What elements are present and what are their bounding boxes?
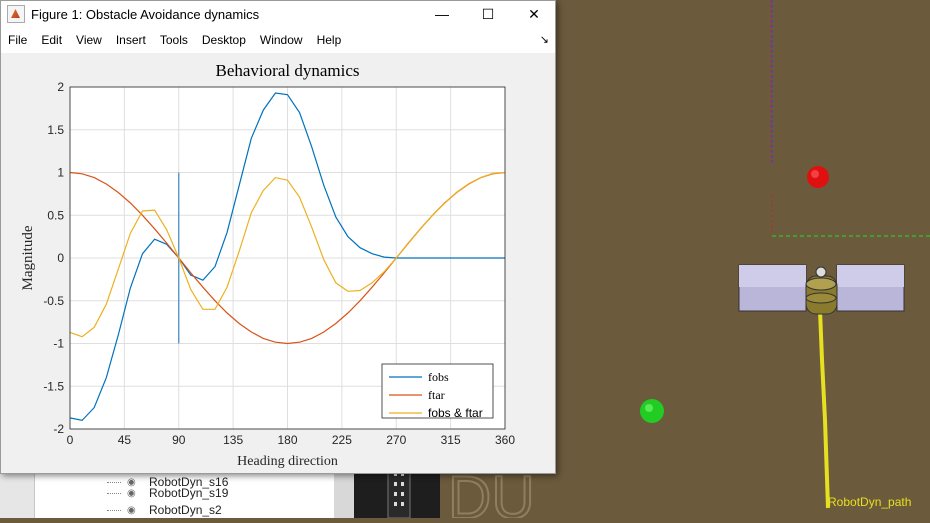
x-tick-label: 45	[118, 433, 132, 447]
robot-sensor	[815, 266, 827, 278]
x-tick-label: 90	[172, 433, 186, 447]
y-tick-label: 2	[57, 80, 64, 94]
x-tick-label: 180	[277, 433, 297, 447]
y-tick-label: 1	[57, 166, 64, 180]
y-tick-label: -1.5	[43, 379, 64, 393]
model-node-icon: ◉	[127, 487, 136, 499]
y-axis-label: Magnitude	[20, 225, 36, 290]
matlab-icon	[7, 5, 25, 23]
minimize-button[interactable]: —	[419, 1, 465, 27]
title-bar[interactable]: Figure 1: Obstacle Avoidance dynamics — …	[1, 1, 555, 27]
y-tick-label: -1	[53, 337, 64, 351]
x-tick-label: 225	[332, 433, 352, 447]
y-tick-label: 1.5	[47, 123, 64, 137]
menu-tools[interactable]: Tools	[153, 33, 195, 47]
legend-label: fobs	[428, 370, 449, 384]
figure-window[interactable]: Figure 1: Obstacle Avoidance dynamics — …	[0, 0, 556, 474]
chart-title: Behavioral dynamics	[216, 61, 360, 80]
menu-file[interactable]: File	[1, 33, 34, 47]
menu-window[interactable]: Window	[253, 33, 310, 47]
menu-view[interactable]: View	[69, 33, 109, 47]
menu-desktop[interactable]: Desktop	[195, 33, 253, 47]
y-tick-label: -0.5	[43, 294, 64, 308]
model-node-icon: ◉	[127, 504, 136, 516]
panel-scrollbar[interactable]	[334, 474, 354, 518]
x-tick-labels: 0 45 90 135 180 225 270 315 360	[67, 433, 516, 447]
path-label: RobotDyn_path	[828, 495, 911, 509]
x-axis-label: Heading direction	[237, 454, 338, 469]
obstacle-sphere[interactable]	[807, 166, 829, 188]
x-tick-label: 315	[441, 433, 461, 447]
dock-arrow-icon[interactable]: ↘	[540, 33, 549, 46]
chart[interactable]: 0 45 90 135 180 225 270 315 360 2 1.5 1 0.5 0 -0.5 -1 -…	[1, 53, 555, 473]
robot[interactable]	[738, 264, 905, 315]
tree-gutter	[0, 474, 34, 518]
legend-label: ftar	[428, 388, 445, 402]
menu-insert[interactable]: Insert	[109, 33, 153, 47]
x-tick-label: 360	[495, 433, 515, 447]
x-tick-label: 270	[386, 433, 406, 447]
y-tick-labels: 2 1.5 1 0.5 0 -0.5 -1 -1.5 -2	[43, 80, 64, 436]
legend[interactable]: fobs ftar fobs & ftar	[381, 363, 494, 420]
tree-item[interactable]: ◉ RobotDyn_s19	[107, 485, 228, 501]
target-sphere[interactable]	[640, 399, 664, 423]
close-button[interactable]: ✕	[511, 1, 557, 27]
maximize-button[interactable]: ☐	[465, 1, 511, 27]
menu-bar: File Edit View Insert Tools Desktop Wind…	[1, 27, 555, 54]
y-tick-label: -2	[53, 422, 64, 436]
menu-help[interactable]: Help	[310, 33, 349, 47]
x-tick-label: 0	[67, 433, 74, 447]
figure-canvas: 0 45 90 135 180 225 270 315 360 2 1.5 1 0.5 0 -0.5 -1 -…	[1, 53, 555, 473]
tree-item-label: RobotDyn_s2	[149, 503, 222, 517]
tree-item-label: RobotDyn_s19	[149, 486, 229, 500]
x-tick-label: 135	[223, 433, 243, 447]
y-tick-label: 0.5	[47, 208, 64, 222]
scene-tree-panel[interactable]: ◉ RobotDyn_s16 ◉ RobotDyn_s19 ◉ RobotDyn_s2	[34, 474, 335, 518]
menu-edit[interactable]: Edit	[34, 33, 69, 47]
window-title: Figure 1: Obstacle Avoidance dynamics	[31, 6, 260, 22]
legend-label: fobs & ftar	[428, 406, 483, 420]
y-tick-label: 0	[57, 251, 64, 265]
tree-item[interactable]: ◉ RobotDyn_s2	[107, 502, 222, 518]
